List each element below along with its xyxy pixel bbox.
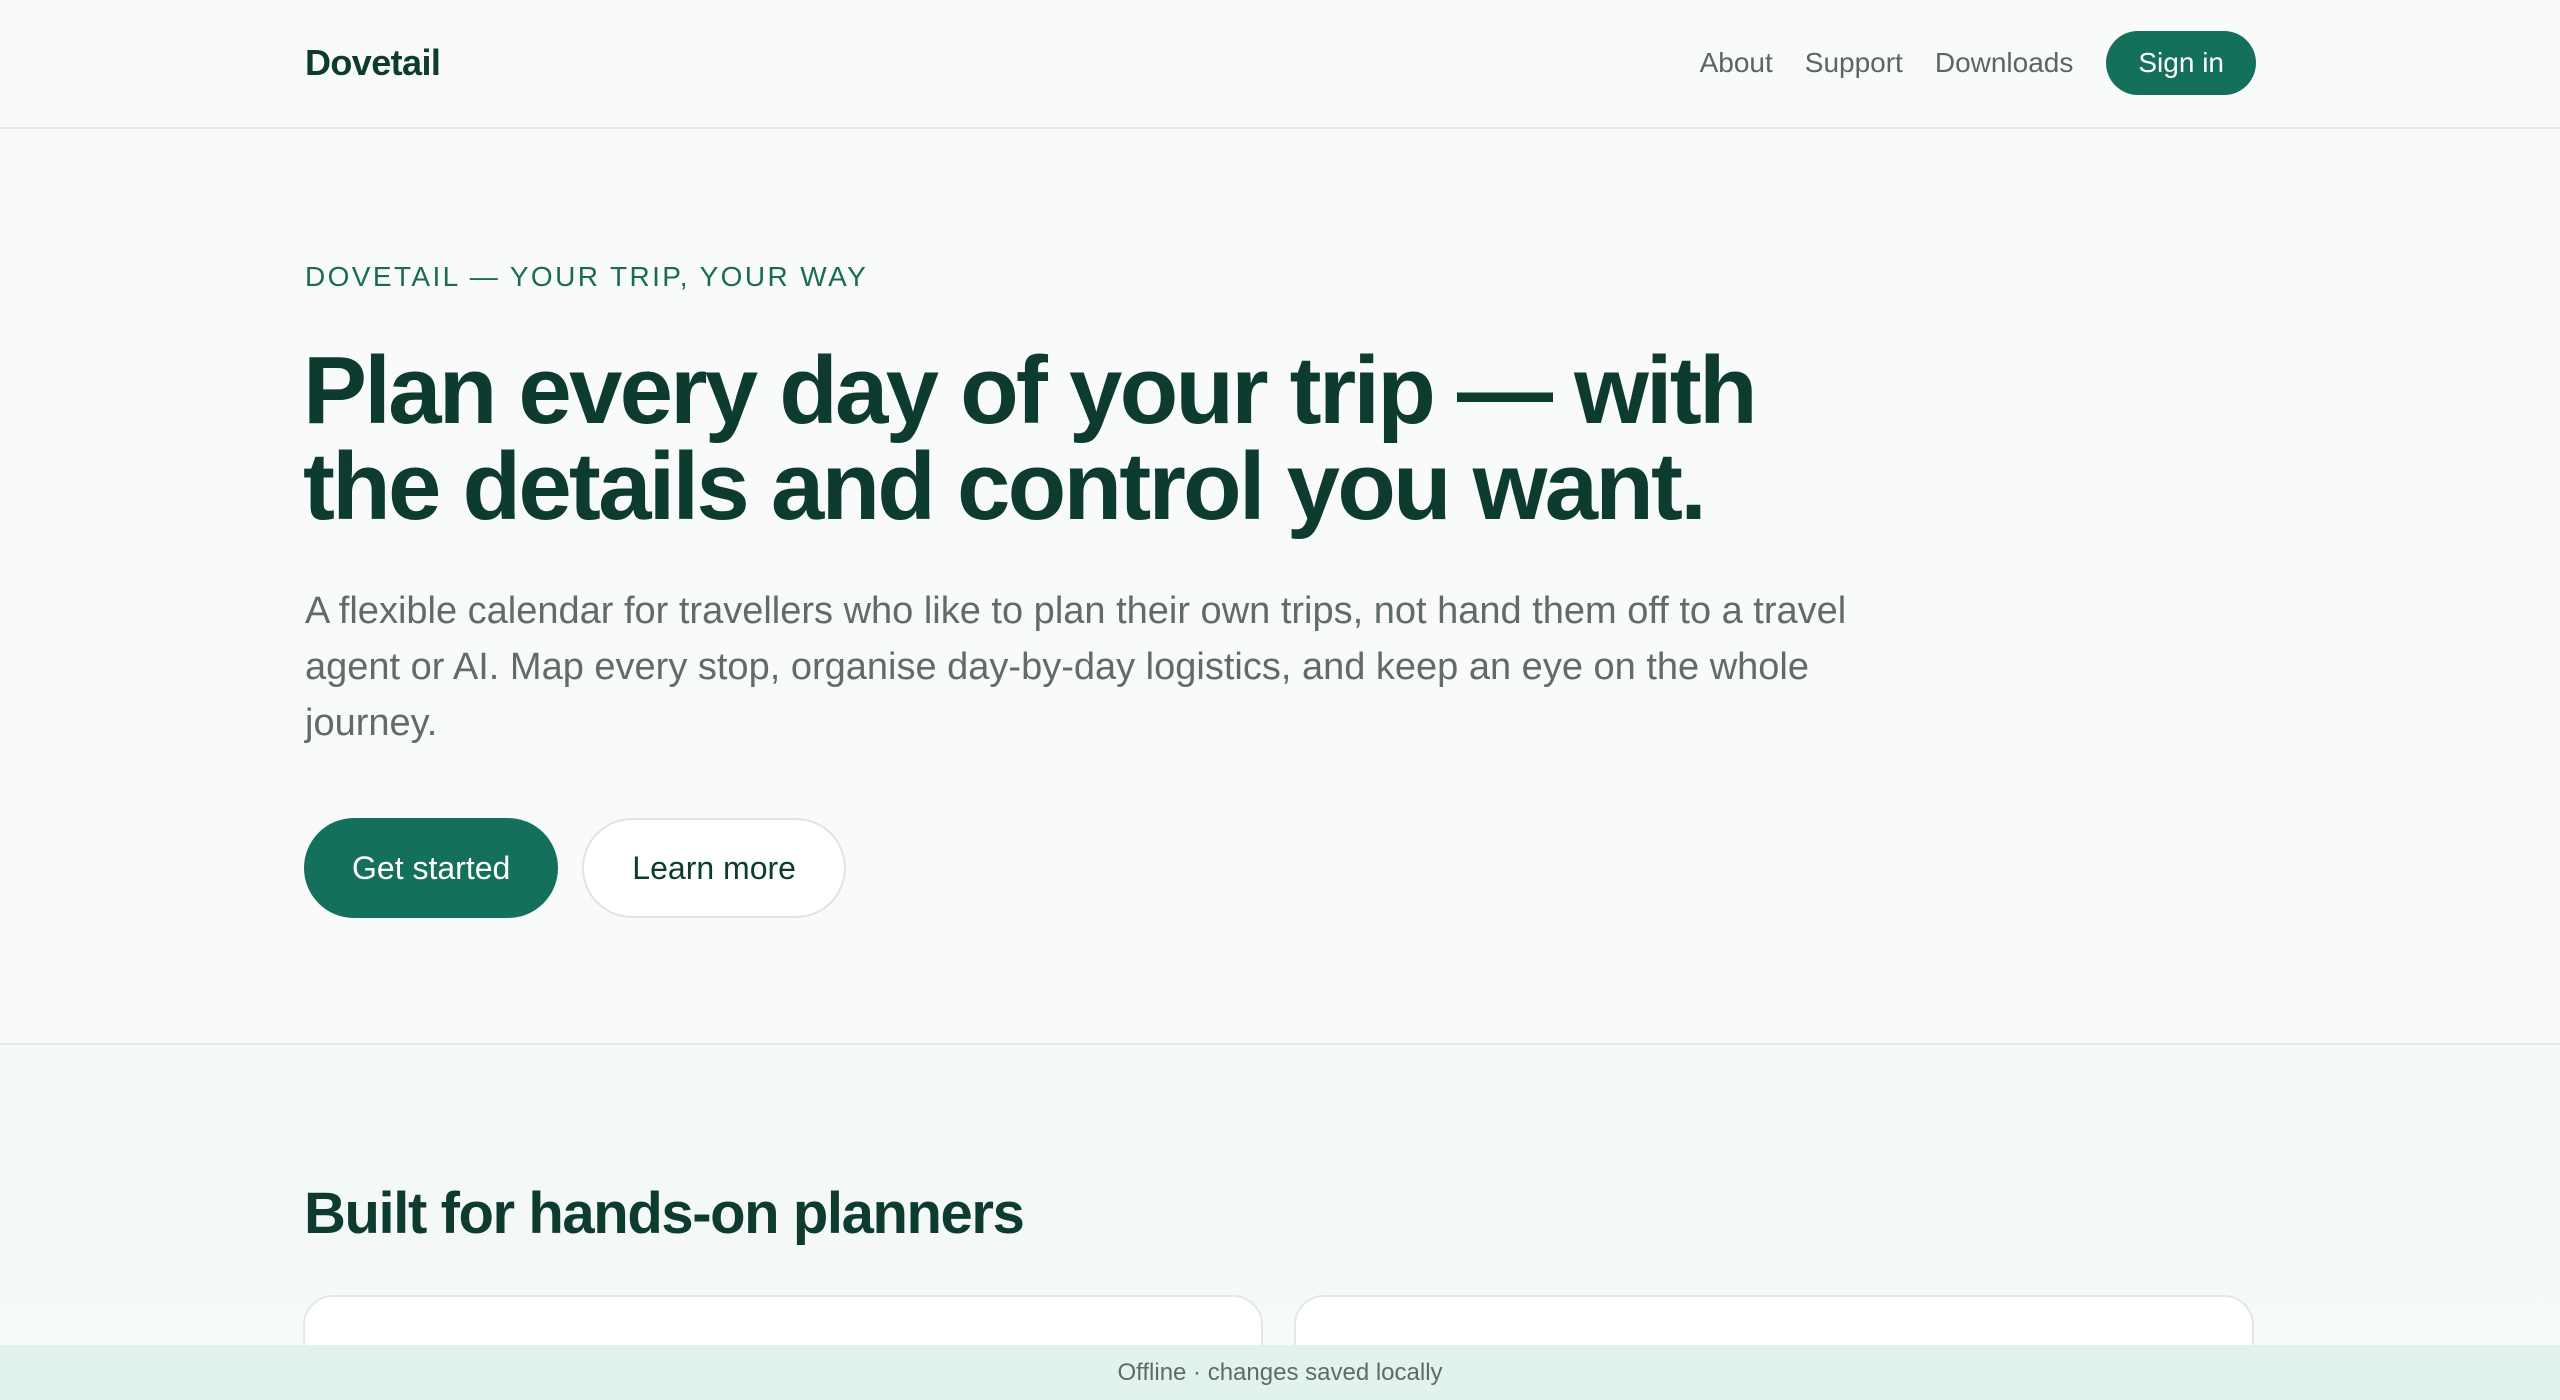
nav-link-about[interactable]: About (1700, 31, 1773, 95)
sign-in-button[interactable]: Sign in (2106, 31, 2256, 95)
hero-subtext: A flexible calendar for travellers who l… (305, 590, 1847, 744)
hero-section: DOVETAIL — YOUR TRIP, YOUR WAY Plan ever… (0, 131, 2560, 1045)
features-section: Built for hands-on planners (0, 1047, 2560, 1375)
page: Dovetail About Support Downloads Sign in… (0, 0, 2560, 1400)
status-text: Offline · changes saved locally (1117, 1359, 1443, 1386)
features-title: Built for hands-on planners (304, 1181, 1025, 1246)
brand-logo[interactable]: Dovetail (305, 40, 441, 86)
hero-eyebrow: DOVETAIL — YOUR TRIP, YOUR WAY (305, 261, 869, 292)
hero-headline: Plan every day of your trip — with the d… (303, 337, 1758, 540)
learn-more-button[interactable]: Learn more (582, 818, 846, 918)
site-header: Dovetail About Support Downloads Sign in (0, 0, 2560, 129)
main-nav: About Support Downloads Sign in (1700, 31, 2256, 95)
hero-cta-row: Get started Learn more (304, 818, 846, 918)
get-started-button[interactable]: Get started (304, 818, 559, 918)
nav-link-support[interactable]: Support (1805, 31, 1903, 95)
nav-link-downloads[interactable]: Downloads (1935, 31, 2074, 95)
offline-status-bar: Offline · changes saved locally (0, 1345, 2560, 1400)
